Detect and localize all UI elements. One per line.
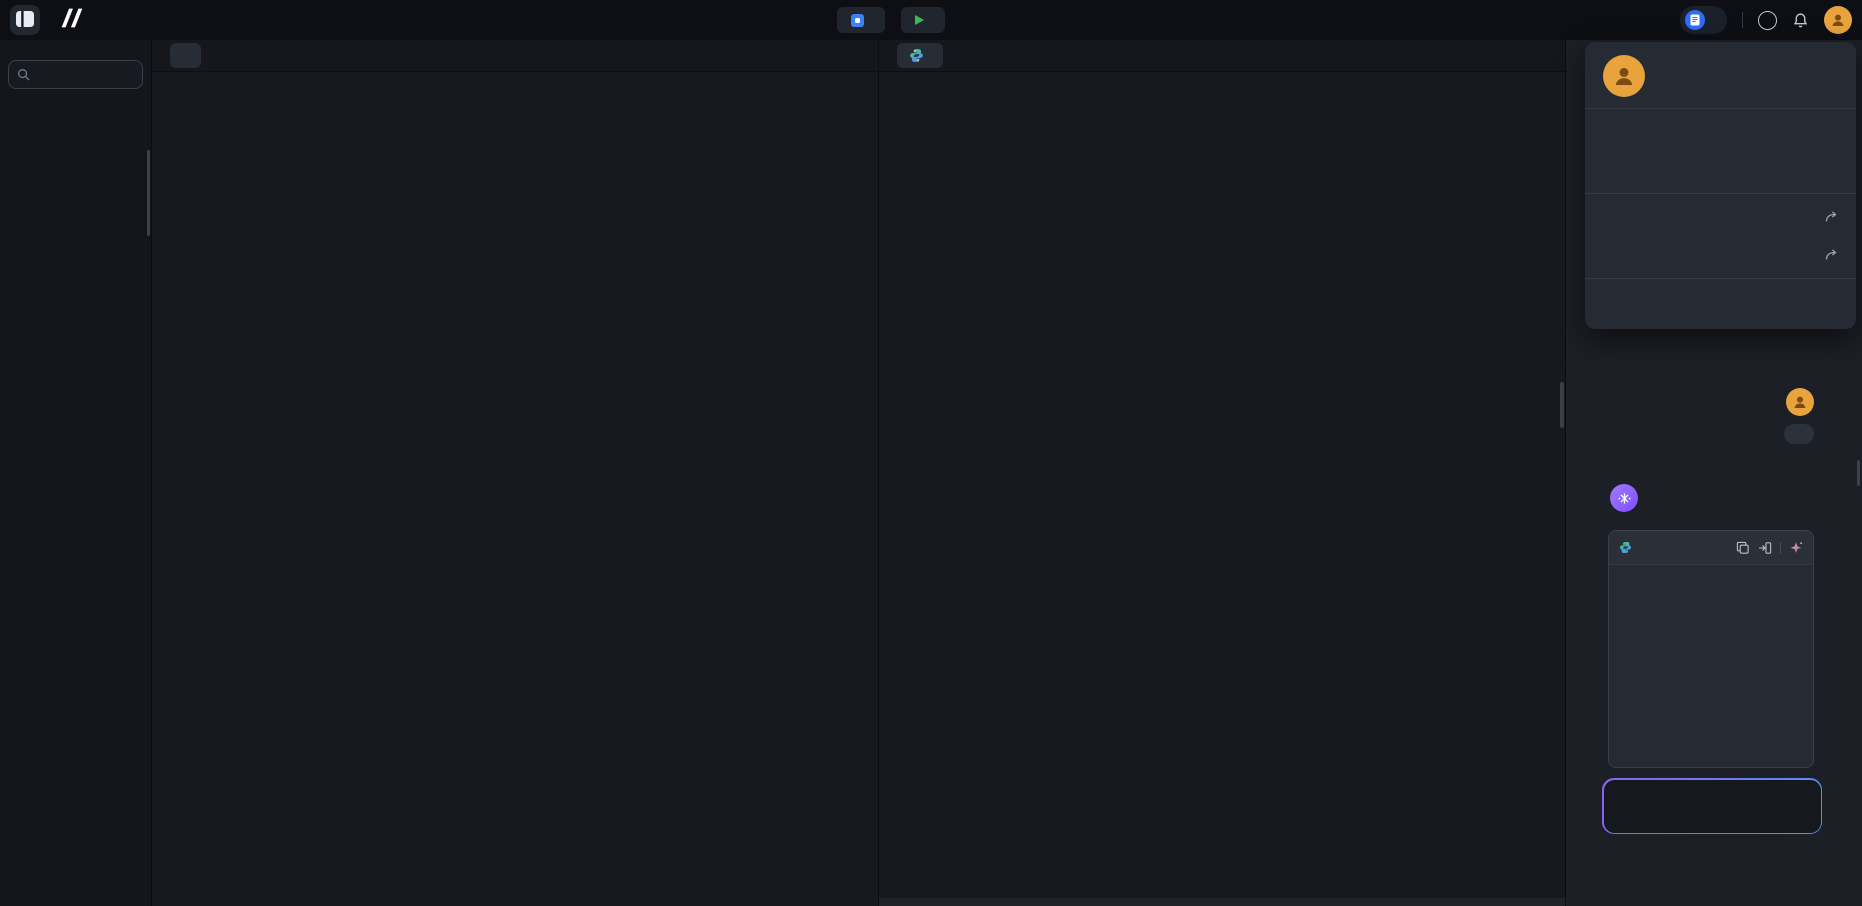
external-link-icon: [1824, 210, 1838, 224]
topbar-center: [837, 7, 945, 33]
chat-input-box: [1602, 778, 1822, 834]
run-button[interactable]: [901, 7, 945, 33]
user-avatar[interactable]: [1824, 6, 1852, 34]
problem-panel: [152, 40, 878, 906]
editor-scrollbar[interactable]: [1560, 382, 1564, 428]
code-body[interactable]: [879, 73, 1565, 906]
code-card-actions: [1736, 541, 1803, 555]
editor-panel-header: [879, 40, 1565, 72]
menu-item-logout[interactable]: [1585, 283, 1856, 325]
insert-code-icon[interactable]: [1758, 541, 1772, 555]
problem-body[interactable]: [152, 73, 878, 906]
app-root: [0, 0, 1862, 906]
topbar-divider: [1742, 12, 1743, 28]
ai-sparkle-icon: [1610, 484, 1638, 512]
user-message-bubble: [1784, 424, 1814, 444]
ai-code-card: [1608, 530, 1814, 768]
editor-horizontal-scrollbar[interactable]: [879, 898, 1565, 906]
share-doc-icon: [1685, 10, 1705, 30]
sidebar-header: [0, 40, 151, 54]
chat-user-row: [1777, 388, 1814, 416]
bell-icon[interactable]: [1792, 12, 1809, 29]
topbar-left: [0, 5, 84, 35]
copy-icon[interactable]: [1736, 541, 1750, 555]
ai-code-body: [1609, 565, 1813, 581]
problem-sidebar: [0, 40, 151, 906]
promo-banner[interactable]: [1680, 6, 1727, 34]
topbar: [0, 0, 1862, 40]
ai-assistant-row: [1610, 484, 1648, 512]
help-icon[interactable]: [1758, 11, 1777, 30]
logo-icon: [56, 8, 84, 33]
search-box: [8, 60, 143, 89]
problem-list: [0, 154, 151, 906]
menu-item-workspace[interactable]: [1585, 236, 1856, 274]
menu-item-language[interactable]: [1585, 151, 1856, 189]
add-problem-button[interactable]: [837, 7, 885, 33]
menu-section-links: [1585, 193, 1856, 278]
brand-logo[interactable]: [56, 8, 84, 33]
chat-user-avatar: [1786, 388, 1814, 416]
language-tab[interactable]: [897, 43, 943, 68]
topbar-right: [1680, 6, 1852, 34]
sidebar-scrollbar[interactable]: [147, 150, 150, 236]
sidebar-toggle-button[interactable]: [10, 5, 40, 35]
search-input[interactable]: [36, 67, 134, 83]
menu-section-preferences: [1585, 108, 1856, 193]
python-icon: [909, 48, 924, 63]
sparkle-lamp-icon[interactable]: [1789, 541, 1803, 555]
editor-panel: [879, 40, 1565, 906]
menu-item-home[interactable]: [1585, 198, 1856, 236]
chat-scrollbar[interactable]: [1857, 460, 1860, 486]
search-icon: [17, 68, 30, 81]
user-avatar-large: [1603, 55, 1645, 97]
chat-input[interactable]: [1616, 788, 1809, 805]
add-problem-icon: [851, 14, 864, 27]
sidebar-panel-icon: [16, 11, 34, 30]
problem-panel-header: [152, 40, 878, 72]
problem-tab[interactable]: [170, 43, 201, 68]
play-icon: [915, 15, 924, 25]
user-dropdown-menu: [1585, 42, 1856, 329]
external-link-icon: [1824, 248, 1838, 262]
user-dropdown-header: [1585, 42, 1856, 108]
ai-code-card-header: [1609, 531, 1813, 565]
menu-item-theme[interactable]: [1585, 113, 1856, 151]
python-icon: [1619, 541, 1632, 554]
actions-divider: [1780, 542, 1781, 554]
menu-section-logout: [1585, 278, 1856, 329]
